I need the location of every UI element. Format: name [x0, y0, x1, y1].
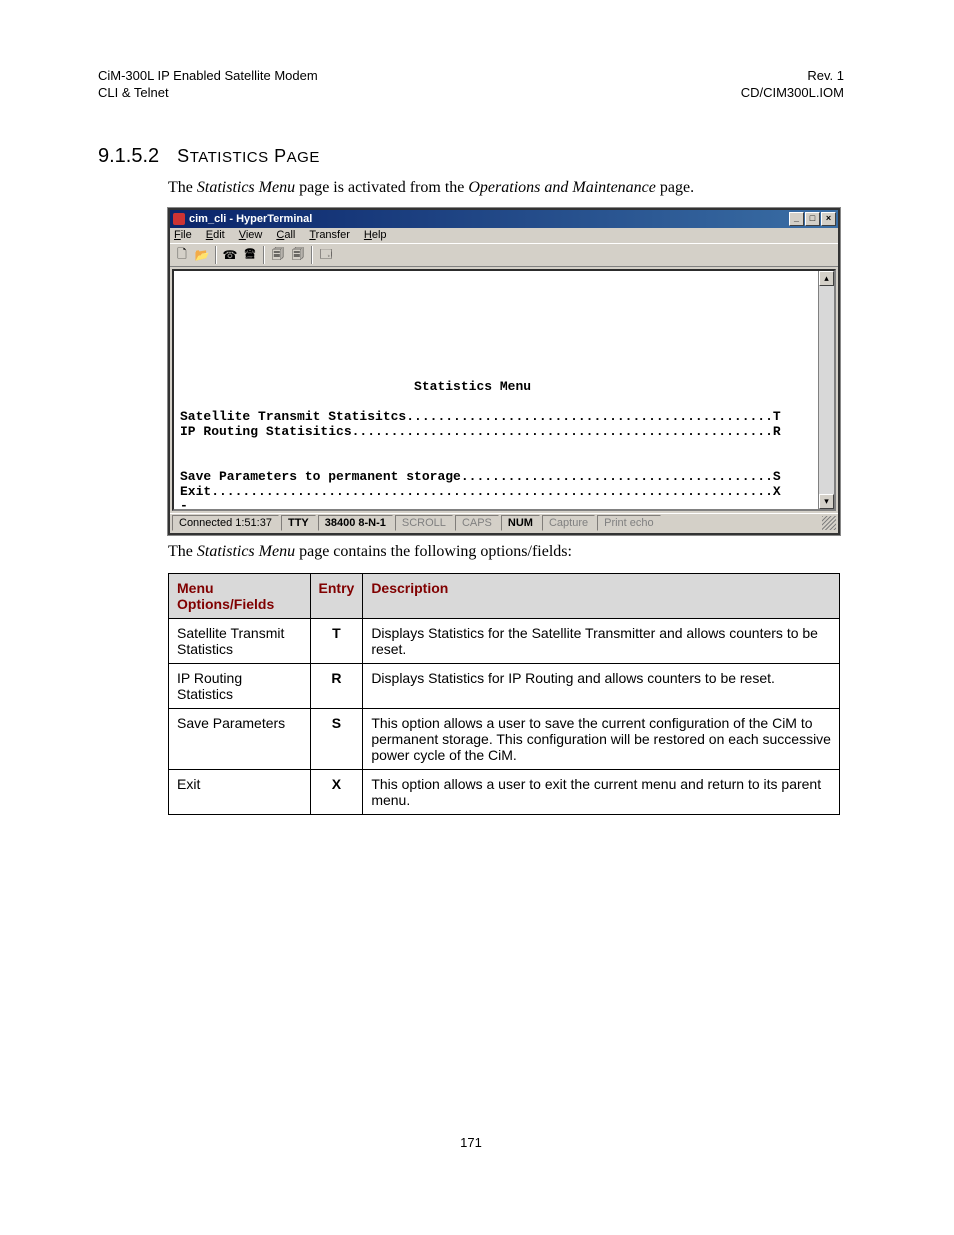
cell-description: Displays Statistics for the Satellite Tr…: [363, 618, 840, 663]
send-icon[interactable]: 🗐: [269, 246, 287, 264]
header-left-line2: CLI & Telnet: [98, 85, 169, 100]
close-button[interactable]: ×: [821, 212, 836, 226]
col-description: Description: [363, 573, 840, 618]
menu-bar: File Edit View Call Transfer Help: [170, 228, 838, 243]
cell-option: Satellite Transmit Statistics: [169, 618, 311, 663]
scroll-down-icon[interactable]: ▾: [819, 494, 834, 509]
disconnect-icon[interactable]: 🖀: [241, 246, 259, 264]
new-icon[interactable]: 🗋: [173, 246, 191, 264]
hyperterminal-window: cim_cli - HyperTerminal _ □ × File Edit …: [168, 208, 840, 535]
header-right-line2: CD/CIM300L.IOM: [741, 85, 844, 100]
open-icon[interactable]: 📂: [193, 246, 211, 264]
status-scroll: SCROLL: [395, 515, 453, 531]
after-paragraph: The Statistics Menu page contains the fo…: [168, 541, 844, 563]
menu-file[interactable]: File: [174, 229, 192, 241]
cell-option: Exit: [169, 769, 311, 814]
status-bar: Connected 1:51:37 TTY 38400 8-N-1 SCROLL…: [170, 513, 838, 533]
toolbar: 🗋 📂 ☎ 🖀 🗐 🗐 🗔: [170, 243, 838, 267]
header-left: CiM-300L IP Enabled Satellite Modem CLI …: [98, 68, 318, 102]
vertical-scrollbar[interactable]: ▴ ▾: [818, 271, 834, 509]
menu-call[interactable]: Call: [276, 229, 295, 241]
scroll-up-icon[interactable]: ▴: [819, 271, 834, 286]
cell-option: Save Parameters: [169, 708, 311, 769]
header-right: Rev. 1 CD/CIM300L.IOM: [741, 68, 844, 102]
section-title: STATISTICS PAGE: [177, 146, 320, 166]
window-titlebar[interactable]: cim_cli - HyperTerminal _ □ ×: [170, 210, 838, 228]
cell-description: This option allows a user to exit the cu…: [363, 769, 840, 814]
receive-icon[interactable]: 🗐: [289, 246, 307, 264]
table-header-row: Menu Options/Fields Entry Description: [169, 573, 840, 618]
status-capture: Capture: [542, 515, 595, 531]
app-icon: [173, 213, 185, 225]
page-number: 171: [98, 1135, 844, 1150]
status-baud: 38400 8-N-1: [318, 515, 393, 531]
cell-entry: R: [310, 663, 363, 708]
table-row: Save ParametersSThis option allows a use…: [169, 708, 840, 769]
section-heading: 9.1.5.2 STATISTICS PAGE: [98, 142, 844, 169]
status-num: NUM: [501, 515, 540, 531]
menu-edit[interactable]: Edit: [206, 229, 225, 241]
col-entry: Entry: [310, 573, 363, 618]
cell-entry: X: [310, 769, 363, 814]
status-echo: Print echo: [597, 515, 661, 531]
status-tty: TTY: [281, 515, 316, 531]
header-left-line1: CiM-300L IP Enabled Satellite Modem: [98, 68, 318, 83]
table-row: IP Routing StatisticsRDisplays Statistic…: [169, 663, 840, 708]
maximize-button[interactable]: □: [805, 212, 820, 226]
menu-help[interactable]: Help: [364, 229, 387, 241]
cell-description: Displays Statistics for IP Routing and a…: [363, 663, 840, 708]
properties-icon[interactable]: 🗔: [317, 246, 335, 264]
terminal-output[interactable]: Statistics Menu Satellite Transmit Stati…: [174, 271, 818, 509]
section-number: 9.1.5.2: [98, 145, 159, 167]
cell-entry: T: [310, 618, 363, 663]
menu-view[interactable]: View: [239, 229, 263, 241]
status-connected: Connected 1:51:37: [172, 515, 279, 531]
call-icon[interactable]: ☎: [221, 246, 239, 264]
header-right-line1: Rev. 1: [807, 68, 844, 83]
options-table: Menu Options/Fields Entry Description Sa…: [168, 573, 840, 815]
page-header: CiM-300L IP Enabled Satellite Modem CLI …: [98, 68, 844, 102]
resize-grip-icon[interactable]: [822, 516, 836, 530]
cell-entry: S: [310, 708, 363, 769]
window-title: cim_cli - HyperTerminal: [189, 213, 312, 225]
col-menu-options: Menu Options/Fields: [169, 573, 311, 618]
intro-paragraph: The Statistics Menu page is activated fr…: [168, 177, 844, 199]
menu-transfer[interactable]: Transfer: [309, 229, 350, 241]
status-caps: CAPS: [455, 515, 499, 531]
page: CiM-300L IP Enabled Satellite Modem CLI …: [0, 0, 954, 1190]
table-row: ExitXThis option allows a user to exit t…: [169, 769, 840, 814]
table-row: Satellite Transmit StatisticsTDisplays S…: [169, 618, 840, 663]
cell-description: This option allows a user to save the cu…: [363, 708, 840, 769]
minimize-button[interactable]: _: [789, 212, 804, 226]
cell-option: IP Routing Statistics: [169, 663, 311, 708]
